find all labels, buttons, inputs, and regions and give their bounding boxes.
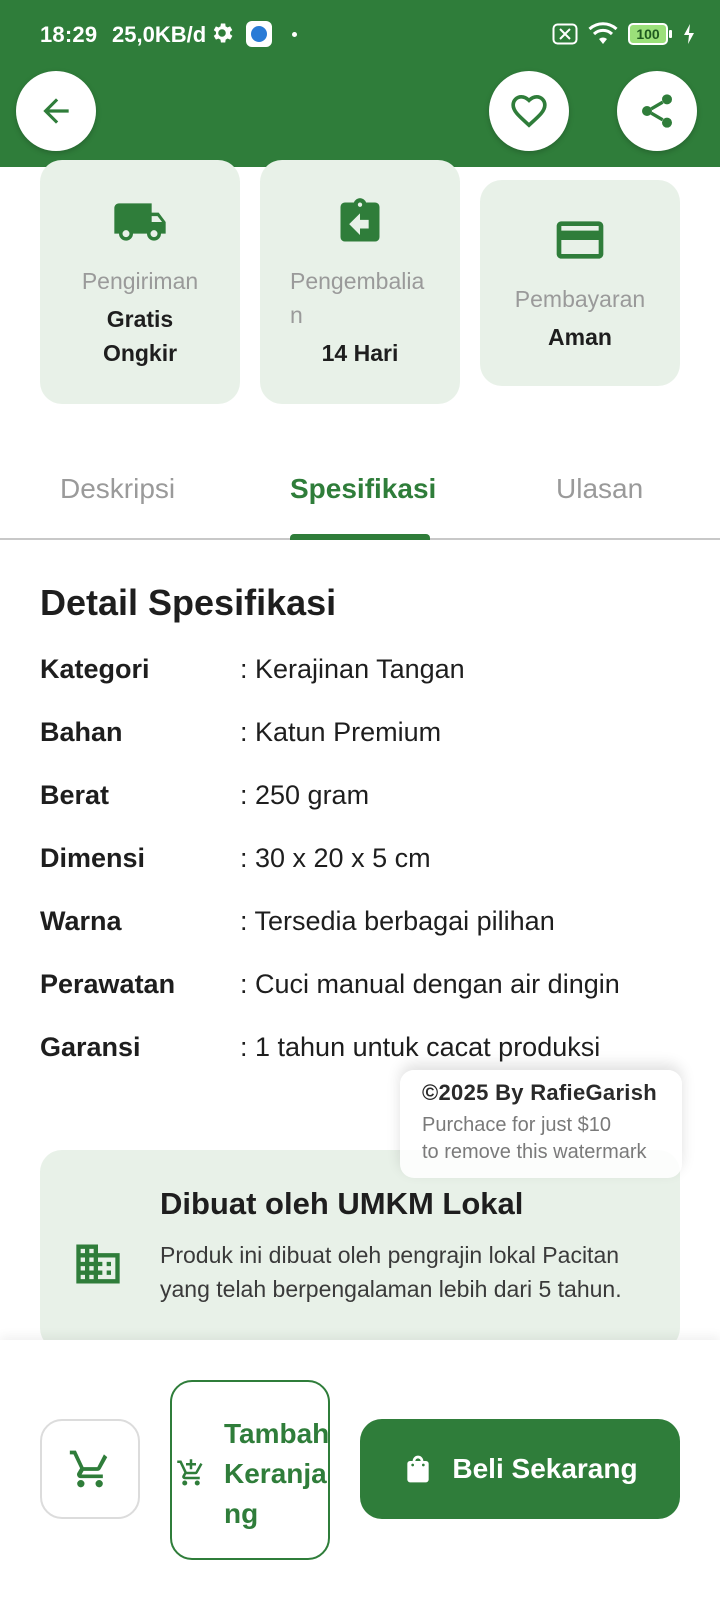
tab-deskripsi[interactable]: Deskripsi: [60, 473, 175, 505]
spec-key: Bahan: [40, 717, 123, 747]
product-tabs: Deskripsi Spesifikasi Ulasan: [0, 455, 720, 540]
umkm-title: Dibuat oleh UMKM Lokal: [160, 1186, 524, 1221]
feature-value: Gratis Ongkir: [102, 306, 178, 366]
feature-card-return: Pengembalian 14 Hari: [260, 160, 460, 404]
spec-row-warna: Warna : Tersedia berbagai pilihan: [40, 906, 700, 946]
feature-value: 14 Hari: [321, 340, 399, 366]
spec-key: Perawatan: [40, 969, 176, 999]
heart-icon: [511, 94, 547, 128]
shopping-bag-icon: [407, 1455, 430, 1483]
return-icon: [340, 198, 380, 242]
feature-card-shipping: Pengiriman Gratis Ongkir: [40, 160, 240, 404]
notification-app-icon: [246, 21, 272, 47]
spec-value: : Tersedia berbagai pilihan: [240, 906, 555, 936]
active-tab-indicator: [290, 534, 430, 540]
tab-ulasan[interactable]: Ulasan: [556, 473, 643, 505]
status-right-icons: 100: [552, 20, 696, 48]
spec-row-kategori: Kategori : Kerajinan Tangan: [40, 654, 700, 694]
spec-title: Detail Spesifikasi: [40, 582, 337, 623]
back-button[interactable]: [16, 71, 96, 151]
feature-card-payment: Pembayaran Aman: [480, 180, 680, 386]
spec-key: Garansi: [40, 1032, 141, 1062]
cart-button[interactable]: [40, 1419, 140, 1519]
spec-key: Warna: [40, 906, 122, 936]
spec-value: : 30 x 20 x 5 cm: [240, 843, 431, 873]
watermark-line-3: to remove this watermark: [422, 1141, 647, 1163]
add-to-cart-label: Tambah Keranjang: [224, 1418, 330, 1529]
spec-value: : Katun Premium: [240, 717, 442, 747]
status-time: 18:29: [40, 22, 98, 47]
watermark-line-1: ©2025 By RafieGarish: [422, 1080, 657, 1105]
share-button[interactable]: [617, 71, 697, 151]
watermark-line-2: Purchace for just $10: [422, 1114, 611, 1136]
spec-value: : 1 tahun untuk cacat produksi: [240, 1032, 601, 1062]
spec-value: : Kerajinan Tangan: [240, 654, 465, 684]
spec-key: Kategori: [40, 654, 150, 684]
watermark-overlay: ©2025 By RafieGarish Purchace for just $…: [400, 1070, 682, 1178]
favorite-button[interactable]: [489, 71, 569, 151]
spec-row-bahan: Bahan : Katun Premium: [40, 717, 700, 757]
tab-spesifikasi[interactable]: Spesifikasi: [290, 473, 436, 505]
spec-value: : 250 gram: [240, 780, 370, 810]
umkm-info-box: Dibuat oleh UMKM Lokal Produk ini dibuat…: [40, 1150, 680, 1350]
spec-key: Berat: [40, 780, 110, 810]
building-icon: [76, 1244, 120, 1284]
battery-level: 100: [628, 23, 668, 45]
status-network-speed: 25,0KB/d: [112, 22, 207, 47]
notification-dot-icon: [292, 32, 297, 37]
truck-icon: [114, 203, 166, 241]
spec-row-berat: Berat : 250 gram: [40, 780, 700, 820]
spec-row-dimensi: Dimensi : 30 x 20 x 5 cm: [40, 843, 700, 883]
feature-value: Aman: [548, 324, 612, 350]
spec-row-garansi: Garansi : 1 tahun untuk cacat produksi: [40, 1032, 700, 1072]
add-shopping-cart-icon: [177, 1459, 203, 1486]
spec-row-perawatan: Perawatan : Cuci manual dengan air dingi…: [40, 969, 700, 1009]
buy-now-label: Beli Sekarang: [452, 1453, 638, 1484]
umkm-description: Produk ini dibuat oleh pengrajin lokal P…: [160, 1242, 622, 1302]
feature-label: Pengiriman: [81, 268, 199, 294]
buy-now-button[interactable]: Beli Sekarang: [360, 1419, 680, 1519]
spec-key: Dimensi: [40, 843, 146, 873]
back-arrow-icon: [43, 98, 69, 124]
feature-label: Pengembalian: [290, 268, 425, 328]
charging-icon: [684, 24, 694, 44]
bottom-action-bar: Tambah Keranjang Beli Sekarang: [0, 1340, 720, 1600]
add-to-cart-button[interactable]: Tambah Keranjang: [170, 1380, 330, 1560]
sim-off-icon: [552, 23, 578, 45]
settings-gear-icon: [213, 23, 233, 43]
shopping-cart-icon: [69, 1450, 108, 1488]
status-bar: 18:29 25,0KB/d 100: [0, 0, 720, 70]
wifi-icon: [588, 22, 618, 44]
feature-cards: Pengiriman Gratis Ongkir Pengembalian 14…: [40, 160, 680, 410]
credit-card-icon: [556, 221, 604, 259]
spec-value: : Cuci manual dengan air dingin: [240, 969, 620, 999]
feature-label: Pembayaran: [514, 286, 646, 312]
share-icon: [642, 94, 672, 128]
battery-icon: 100: [628, 23, 672, 45]
app-header: 18:29 25,0KB/d 100: [0, 0, 720, 167]
